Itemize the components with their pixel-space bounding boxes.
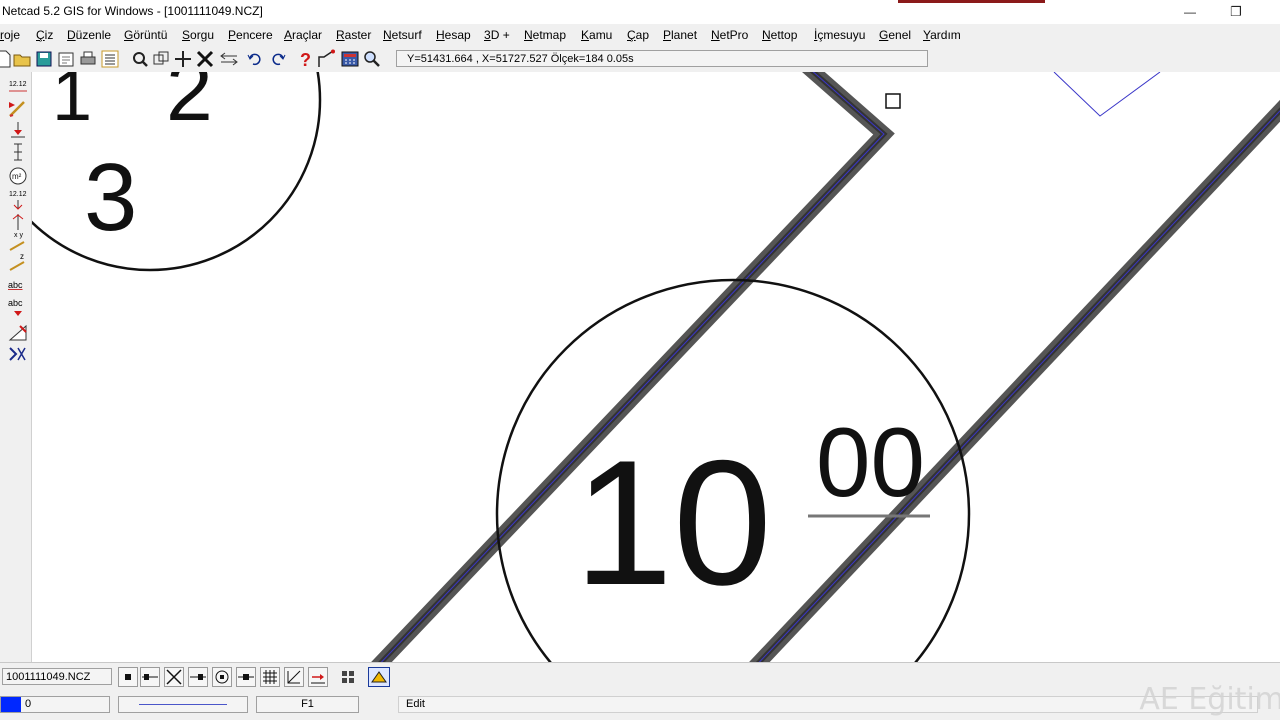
- delete-icon[interactable]: [195, 49, 215, 69]
- menu-netmap[interactable]: Netmap: [524, 28, 566, 42]
- top-circle-digit-3: 3: [84, 144, 137, 251]
- open-folder-icon[interactable]: [12, 49, 32, 69]
- print-icon[interactable]: [78, 49, 98, 69]
- print-preview-icon[interactable]: [56, 49, 76, 69]
- menu-pencere[interactable]: Pencere: [228, 28, 273, 42]
- snap-center-icon[interactable]: [212, 667, 232, 687]
- snap-angle-icon[interactable]: [308, 667, 328, 687]
- line-tool-icon[interactable]: [316, 49, 336, 69]
- menu-cap[interactable]: Çap: [627, 28, 649, 42]
- menu-yardim[interactable]: Yardım: [923, 28, 961, 42]
- elevation-icon[interactable]: z: [8, 252, 28, 272]
- linetype-field[interactable]: [118, 696, 248, 713]
- zoom-icon[interactable]: [130, 49, 150, 69]
- snap-nearest-icon[interactable]: [236, 667, 256, 687]
- layer-number: 0: [25, 698, 32, 710]
- move-icon[interactable]: [219, 49, 239, 69]
- menu-hesap[interactable]: Hesap: [436, 28, 471, 42]
- calculator-icon[interactable]: [340, 49, 360, 69]
- layer-color-swatch: [1, 697, 21, 712]
- help-icon[interactable]: ?: [295, 49, 315, 69]
- menu-araclar[interactable]: Araçlar: [284, 28, 322, 42]
- xyz-icon[interactable]: x y: [8, 232, 28, 252]
- menu-netsurf[interactable]: Netsurf: [383, 28, 422, 42]
- zoom-window-icon[interactable]: [151, 49, 171, 69]
- main-circle-number: 10: [574, 423, 772, 622]
- restore-button[interactable]: ❐: [1213, 0, 1259, 24]
- menu-kamu[interactable]: Kamu: [581, 28, 612, 42]
- save-icon[interactable]: [34, 49, 54, 69]
- text-abc-move-icon[interactable]: abc: [8, 298, 28, 318]
- minimize-icon: —: [1184, 5, 1196, 19]
- snap-points-icon[interactable]: [338, 667, 358, 687]
- title-accent-bar: [898, 0, 1045, 3]
- menu-3d[interactable]: 3D +: [484, 28, 510, 42]
- filename-field: 1001111049.NCZ: [2, 668, 112, 685]
- menu-icmesuyu[interactable]: İçmesuyu: [814, 28, 865, 42]
- undo-icon[interactable]: [245, 49, 265, 69]
- window-title: Netcad 5.2 GIS for Windows - [1001111049…: [2, 4, 263, 18]
- pan-icon[interactable]: [173, 49, 193, 69]
- height-icon[interactable]: [8, 212, 28, 232]
- layer-field[interactable]: 0: [0, 696, 110, 713]
- menu-sorgu[interactable]: Sorgu: [182, 28, 214, 42]
- layers-icon[interactable]: [100, 49, 120, 69]
- title-bar: Netcad 5.2 GIS for Windows - [1001111049…: [0, 0, 1280, 24]
- text-abc-icon[interactable]: abc: [8, 278, 28, 298]
- menu-duzenle[interactable]: Düzenle: [67, 28, 111, 42]
- snap-perpendicular-icon[interactable]: [188, 667, 208, 687]
- menu-bar: roje Çiz Düzenle Görüntü Sorgu Pencere A…: [0, 24, 1280, 46]
- snap-intersect-icon[interactable]: [164, 667, 184, 687]
- menu-goruntu[interactable]: Görüntü: [124, 28, 167, 42]
- triangle-icon[interactable]: [8, 322, 28, 342]
- watermark-text: AE Eğitim: [1139, 682, 1280, 717]
- drawing-canvas[interactable]: 1 2 3 10 00: [32, 72, 1280, 662]
- left-toolbar: 12.12 m² 12.12 x y z abc abc: [0, 72, 32, 662]
- vertical-dimension-icon[interactable]: [8, 142, 28, 162]
- thin-blue-line[interactable]: [1053, 72, 1161, 117]
- snap-mid-icon[interactable]: [140, 667, 160, 687]
- coordinate-readout: Y=51431.664 , X=51727.527 Ölçek=184 0.05…: [396, 50, 928, 67]
- minimize-button[interactable]: —: [1167, 0, 1213, 24]
- snap-tangent-icon[interactable]: [284, 667, 304, 687]
- redo-icon[interactable]: [268, 49, 288, 69]
- linetype-preview: [139, 704, 227, 705]
- arrow-down-icon[interactable]: [8, 118, 28, 138]
- menu-ciz[interactable]: Çiz: [36, 28, 53, 42]
- cursor-pickbox: [885, 93, 901, 109]
- menu-planet[interactable]: Planet: [663, 28, 697, 42]
- snap-end-icon[interactable]: [118, 667, 138, 687]
- restore-icon: ❐: [1230, 4, 1242, 19]
- text-height-icon[interactable]: 12.12: [8, 190, 28, 210]
- menu-netpro[interactable]: NetPro: [711, 28, 748, 42]
- svg-text:?: ?: [300, 50, 311, 69]
- top-circle-digit-2: 2: [166, 72, 213, 138]
- dimension-icon[interactable]: 12.12: [8, 78, 28, 98]
- menu-raster[interactable]: Raster: [336, 28, 371, 42]
- pen-draw-icon[interactable]: [8, 98, 28, 118]
- menu-genel[interactable]: Genel: [879, 28, 911, 42]
- mode-field: Edit: [398, 696, 1258, 713]
- svg-text:m²: m²: [12, 172, 22, 181]
- main-circle-superscript: 00: [816, 407, 925, 517]
- circle-area-icon[interactable]: m²: [8, 166, 28, 186]
- zoom-search-icon[interactable]: [362, 49, 382, 69]
- menu-proje[interactable]: roje: [0, 28, 20, 42]
- function-key-field[interactable]: F1: [256, 696, 359, 713]
- snap-intersection-icon[interactable]: [8, 344, 28, 364]
- top-circle-digit-1: 1: [52, 72, 92, 136]
- snap-active-icon[interactable]: [368, 667, 390, 687]
- snap-grid-icon[interactable]: [260, 667, 280, 687]
- menu-nettop[interactable]: Nettop: [762, 28, 797, 42]
